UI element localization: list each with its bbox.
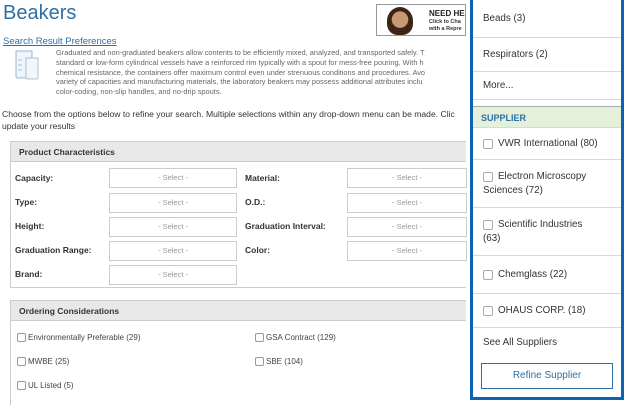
graduation-range-select[interactable]: - Select - — [109, 241, 237, 261]
checkbox[interactable] — [17, 333, 26, 342]
filter-item-beads[interactable]: Beads (3) — [473, 0, 621, 38]
color-label: Color: — [245, 245, 271, 255]
brand-label: Brand: — [15, 269, 43, 279]
mwbe-option[interactable]: MWBE (25) — [17, 357, 69, 366]
checkbox[interactable] — [483, 269, 493, 280]
checkbox[interactable] — [255, 333, 264, 342]
sbe-option[interactable]: SBE (104) — [255, 357, 303, 366]
checkbox[interactable] — [255, 357, 264, 366]
checkbox[interactable] — [17, 357, 26, 366]
beaker-icon — [15, 50, 39, 80]
checkbox[interactable] — [483, 305, 493, 316]
material-label: Material: — [245, 173, 280, 183]
page-title: Beakers — [3, 2, 77, 24]
refine-supplier-button[interactable]: Refine Supplier — [481, 363, 613, 389]
promo-headline: NEED HEL — [429, 9, 466, 18]
material-select[interactable]: - Select - — [347, 168, 467, 188]
ordering-considerations-header: Ordering Considerations — [11, 301, 466, 321]
graduation-interval-label: Graduation Interval: — [245, 221, 326, 231]
gsa-contract-option[interactable]: GSA Contract (129) — [255, 333, 336, 342]
chat-help-banner[interactable]: NEED HEL Click to Cha with a Repre — [376, 4, 466, 36]
graduation-interval-select[interactable]: - Select - — [347, 217, 467, 237]
filter-item-respirators[interactable]: Respirators (2) — [473, 38, 621, 72]
ul-listed-option[interactable]: UL Listed (5) — [17, 381, 74, 390]
product-characteristics-header: Product Characteristics — [11, 142, 466, 162]
capacity-select[interactable]: - Select - — [109, 168, 237, 188]
search-result-preferences-link[interactable]: Search Result Preferences — [3, 36, 117, 47]
checkbox[interactable] — [17, 381, 26, 390]
refine-instructions: Choose from the options below to refine … — [2, 109, 455, 131]
product-characteristics-panel: Product Characteristics Capacity: - Sele… — [10, 141, 467, 288]
promo-subtext: Click to Cha with a Repre — [429, 19, 462, 32]
brand-select[interactable]: - Select - — [109, 265, 237, 285]
checkbox[interactable] — [483, 220, 493, 230]
checkbox[interactable] — [483, 172, 493, 182]
supplier-vwr-international[interactable]: VWR International (80) — [473, 128, 621, 160]
type-label: Type: — [15, 197, 38, 207]
ordering-considerations-panel: Ordering Considerations Environmentally … — [10, 300, 466, 405]
supplier-electron-microscopy-sciences[interactable]: Electron Microscopy Sciences (72) — [473, 160, 621, 208]
filter-more-link[interactable]: More... — [473, 72, 621, 100]
color-select[interactable]: - Select - — [347, 241, 467, 261]
filter-side-panel: Beads (3) Respirators (2) More... SUPPLI… — [470, 0, 624, 400]
checkbox[interactable] — [483, 138, 493, 149]
representative-photo — [387, 7, 413, 35]
height-select[interactable]: - Select - — [109, 217, 237, 237]
category-description: Graduated and non-graduated beakers allo… — [56, 48, 426, 97]
supplier-scientific-industries[interactable]: Scientific Industries (63) — [473, 208, 621, 256]
supplier-chemglass[interactable]: Chemglass (22) — [473, 256, 621, 294]
see-all-suppliers-link[interactable]: See All Suppliers — [473, 328, 621, 358]
capacity-label: Capacity: — [15, 173, 54, 183]
od-select[interactable]: - Select - — [347, 193, 467, 213]
od-label: O.D.: — [245, 197, 266, 207]
supplier-section-header: SUPPLIER — [473, 106, 621, 128]
environmentally-preferable-option[interactable]: Environmentally Preferable (29) — [17, 333, 141, 342]
type-select[interactable]: - Select - — [109, 193, 237, 213]
supplier-ohaus-corp[interactable]: OHAUS CORP. (18) — [473, 294, 621, 328]
graduation-range-label: Graduation Range: — [15, 245, 92, 255]
height-label: Height: — [15, 221, 45, 231]
